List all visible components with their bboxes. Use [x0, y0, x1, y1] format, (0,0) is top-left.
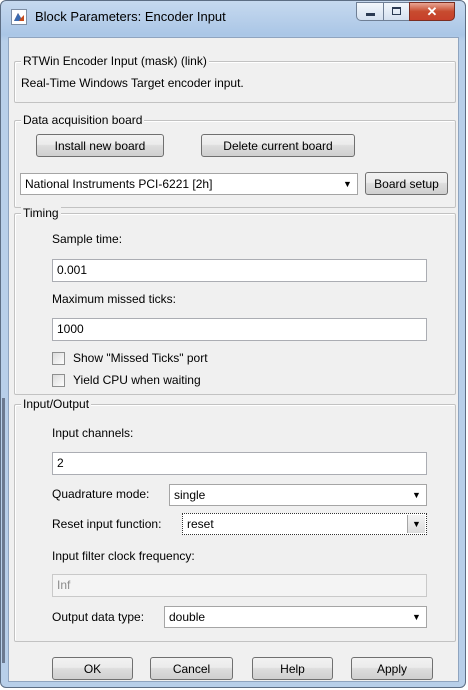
filter-frequency-label: Input filter clock frequency:	[52, 549, 195, 563]
minimize-icon	[366, 13, 375, 16]
install-board-button[interactable]: Install new board	[36, 134, 164, 157]
quadrature-mode-label: Quadrature mode:	[52, 487, 150, 501]
output-data-type-value: double	[169, 610, 206, 624]
mask-description: Real-Time Windows Target encoder input.	[21, 76, 244, 90]
quadrature-mode-select[interactable]: single ▼	[169, 484, 427, 506]
chevron-down-icon[interactable]: ▼	[408, 608, 425, 626]
chevron-down-icon[interactable]: ▼	[408, 486, 425, 504]
output-data-type-select[interactable]: double ▼	[164, 606, 427, 628]
yield-cpu-checkbox[interactable]	[52, 374, 65, 387]
dialog-window: Block Parameters: Encoder Input ✕ RTWin …	[0, 0, 466, 688]
missed-ticks-label: Maximum missed ticks:	[52, 292, 177, 306]
filter-frequency-input: Inf	[52, 574, 427, 597]
dialog-body: RTWin Encoder Input (mask) (link) Real-T…	[2, 37, 459, 682]
missed-ticks-input[interactable]: 1000	[52, 318, 427, 341]
title-bar[interactable]: Block Parameters: Encoder Input ✕	[1, 1, 465, 37]
daq-legend: Data acquisition board	[21, 113, 145, 127]
reset-function-value: reset	[187, 517, 214, 531]
reset-function-label: Reset input function:	[52, 517, 162, 531]
mask-group: RTWin Encoder Input (mask) (link) Real-T…	[14, 54, 456, 103]
show-missed-ticks-checkbox[interactable]	[52, 352, 65, 365]
maximize-button[interactable]	[383, 2, 410, 21]
chevron-down-icon[interactable]: ▼	[407, 515, 425, 533]
minimize-button[interactable]	[356, 2, 384, 21]
daq-group: Data acquisition board Install new board…	[14, 113, 456, 208]
input-channels-input[interactable]: 2	[52, 452, 427, 475]
sample-time-label: Sample time:	[52, 232, 123, 246]
ok-button[interactable]: OK	[52, 657, 133, 680]
help-button[interactable]: Help	[252, 657, 333, 680]
quadrature-mode-value: single	[174, 488, 206, 502]
reset-function-select[interactable]: reset ▼	[182, 513, 427, 535]
board-setup-button[interactable]: Board setup	[365, 172, 448, 195]
close-icon: ✕	[426, 4, 438, 19]
timing-group: Timing Sample time: 0.001 Maximum missed…	[14, 206, 456, 395]
delete-board-button[interactable]: Delete current board	[201, 134, 355, 157]
window-edge	[2, 398, 5, 663]
mask-legend: RTWin Encoder Input (mask) (link)	[21, 54, 209, 68]
timing-legend: Timing	[21, 206, 61, 220]
board-select[interactable]: National Instruments PCI-6221 [2h] ▼	[20, 173, 358, 195]
io-group: Input/Output Input channels: 2 Quadratur…	[14, 397, 456, 642]
yield-cpu-label[interactable]: Yield CPU when waiting	[73, 373, 201, 387]
output-data-type-label: Output data type:	[52, 610, 145, 624]
chevron-down-icon[interactable]: ▼	[339, 175, 356, 193]
input-channels-label: Input channels:	[52, 426, 134, 440]
window-title: Block Parameters: Encoder Input	[35, 9, 226, 24]
board-select-value: National Instruments PCI-6221 [2h]	[25, 177, 213, 191]
io-legend: Input/Output	[21, 397, 92, 411]
cancel-button[interactable]: Cancel	[150, 657, 233, 680]
close-button[interactable]: ✕	[409, 2, 455, 21]
sample-time-input[interactable]: 0.001	[52, 259, 427, 282]
apply-button[interactable]: Apply	[351, 657, 433, 680]
show-missed-ticks-label[interactable]: Show "Missed Ticks" port	[73, 351, 208, 365]
maximize-icon	[392, 7, 401, 15]
matlab-icon	[11, 9, 27, 25]
